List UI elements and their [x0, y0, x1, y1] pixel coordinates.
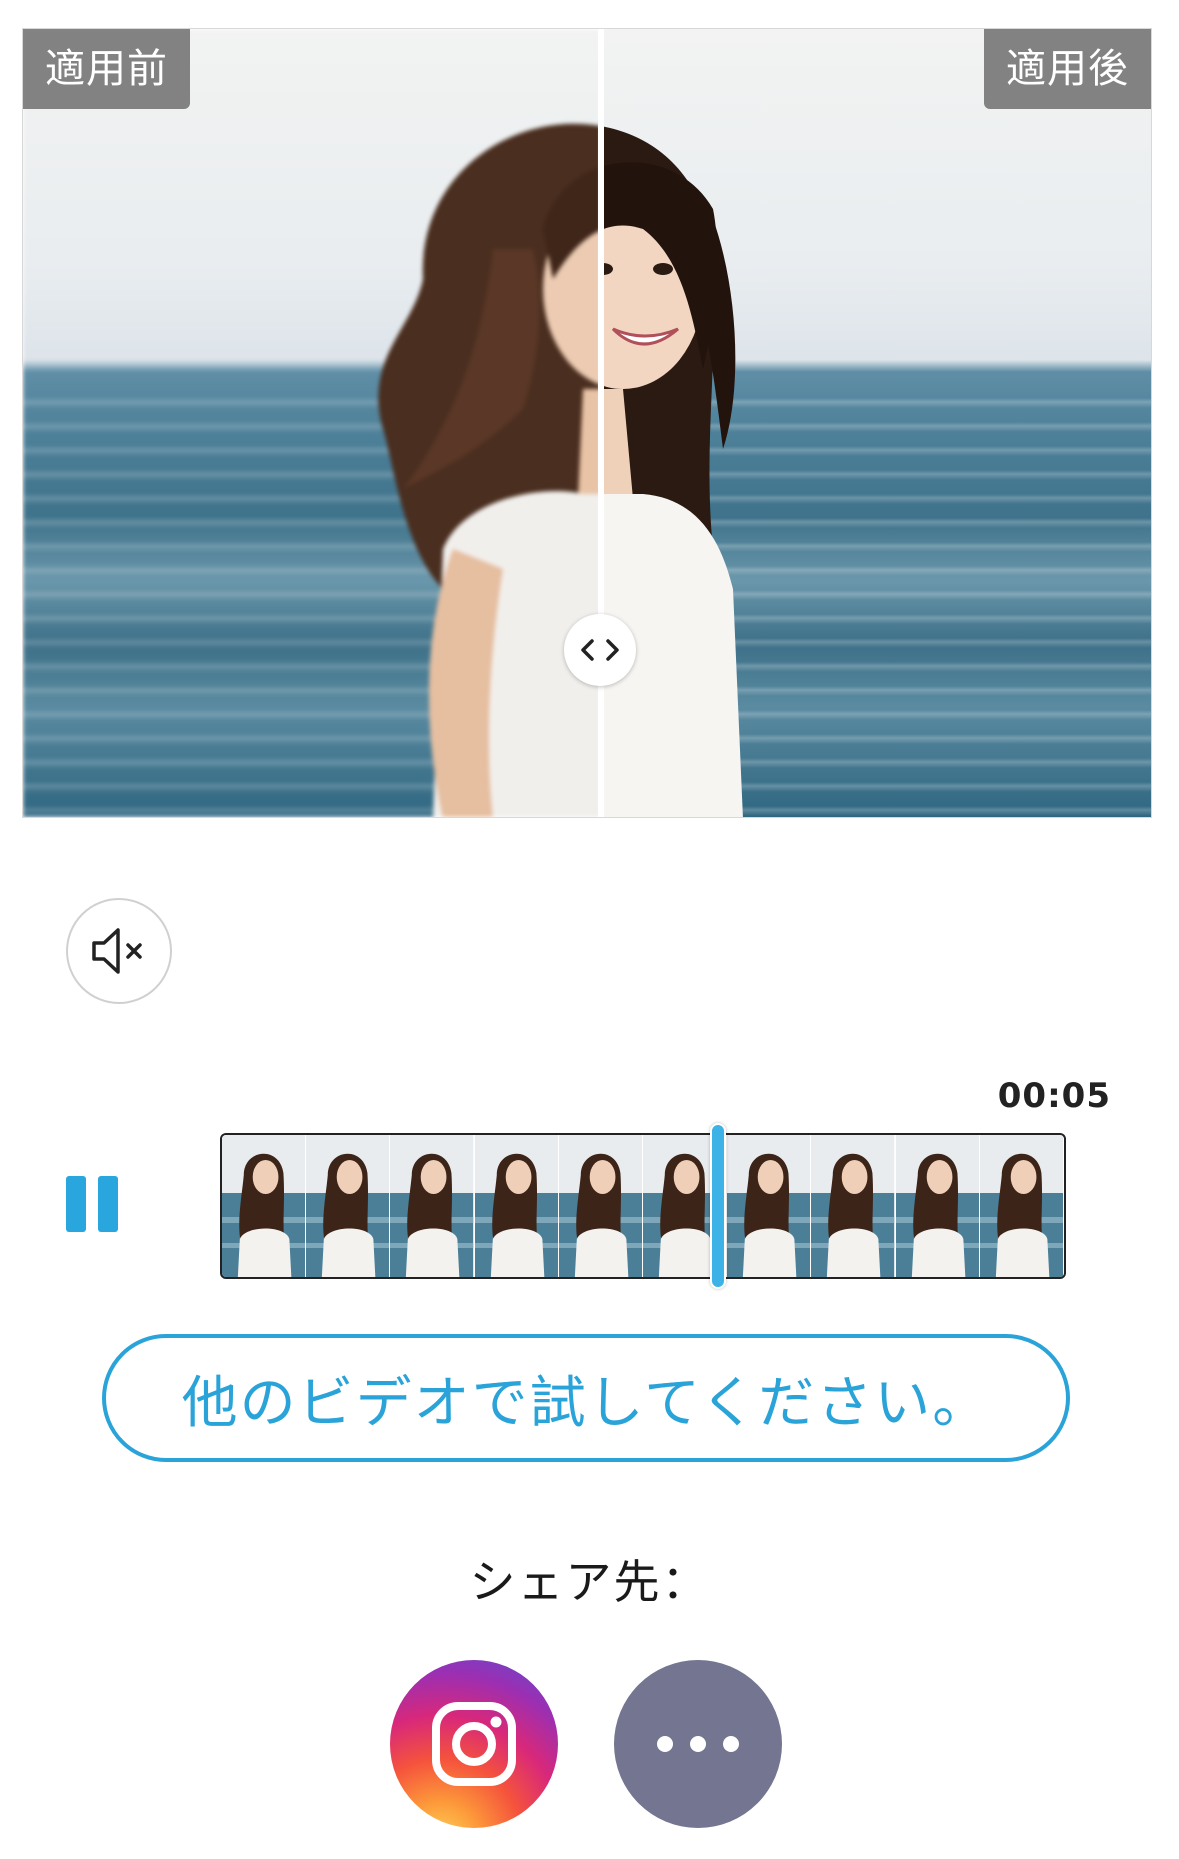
portrait-figure-before: [378, 123, 601, 817]
filmstrip-frame: [979, 1135, 1064, 1277]
before-after-viewer[interactable]: 適用前 適用後: [22, 28, 1152, 818]
filmstrip-frame: [558, 1135, 644, 1277]
mute-button[interactable]: [66, 898, 172, 1004]
after-image: [601, 29, 1151, 817]
share-label: シェア先：: [469, 1555, 710, 1609]
share-more-button[interactable]: [614, 1660, 782, 1828]
share-options: [0, 1660, 1179, 1830]
filmstrip-frame: [727, 1135, 812, 1277]
filmstrip-frame: [474, 1135, 559, 1277]
chevrons-left-right-icon: [581, 639, 619, 661]
filmstrip-frame: [306, 1135, 391, 1277]
more-dots-icon: [657, 1736, 739, 1752]
pause-icon: [66, 1176, 86, 1232]
share-instagram-button[interactable]: [390, 1660, 558, 1828]
pause-button[interactable]: [62, 1176, 122, 1234]
try-other-video-button[interactable]: 他のビデオで試してください。: [102, 1334, 1070, 1462]
filmstrip-frame: [390, 1135, 475, 1277]
playhead-handle[interactable]: [710, 1123, 726, 1289]
after-label: 適用後: [984, 29, 1151, 109]
before-label: 適用前: [23, 29, 190, 109]
filmstrip-frame: [222, 1135, 307, 1277]
speaker-muted-icon: [92, 928, 142, 974]
before-image: [23, 29, 601, 817]
current-time: 00:05: [997, 1076, 1111, 1116]
portrait-figure-after: [601, 126, 743, 817]
video-filmstrip[interactable]: [220, 1133, 1066, 1279]
filmstrip-frame: [895, 1135, 980, 1277]
compare-divider[interactable]: [598, 29, 604, 817]
instagram-icon: [432, 1702, 516, 1786]
filmstrip-frame: [811, 1135, 896, 1277]
compare-handle[interactable]: [564, 614, 636, 686]
